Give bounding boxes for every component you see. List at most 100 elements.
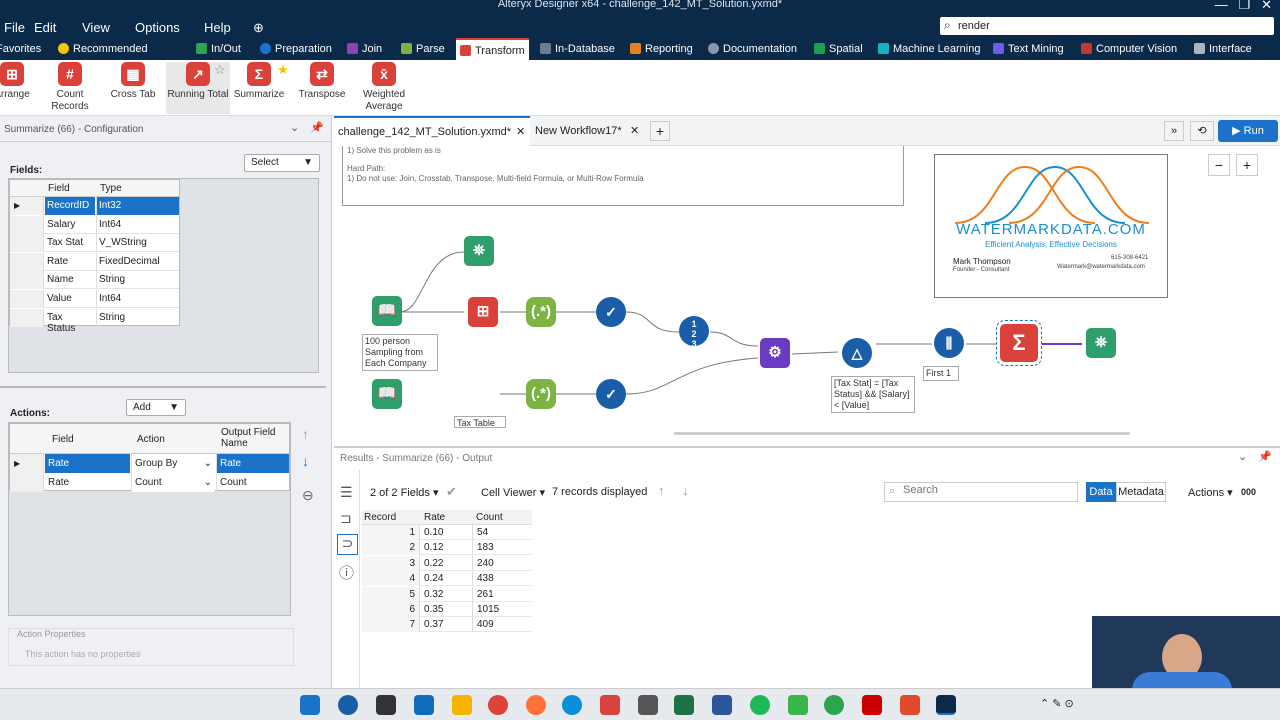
firefox-icon[interactable] [526,695,546,715]
history-icon[interactable]: ⟲ [1190,121,1214,141]
table-row[interactable]: 7 0.37 409 [362,617,532,633]
check-icon[interactable]: ✔ [446,484,457,500]
snagit-icon[interactable] [600,695,620,715]
list-icon[interactable]: ☰ [340,484,353,501]
menu-help[interactable]: Help [204,20,231,35]
select-tool-2[interactable]: ✓ [596,379,626,409]
workflow-canvas[interactable]: 1) Solve this problem as is Hard Path: 1… [334,146,1280,440]
more-icon[interactable]: 000 [1241,487,1256,497]
table-row[interactable]: 6 0.35 1015 [362,602,532,617]
close-icon[interactable]: ✕ [516,125,525,138]
help-icon[interactable]: ⓘ [339,562,354,583]
browse-tool-2[interactable]: ⛯ [1086,328,1116,358]
globe-icon[interactable]: ⊕ [253,20,264,36]
move-up-icon[interactable]: ↑ [302,426,309,442]
chevron-down-icon[interactable]: ⌄ [290,121,299,134]
expand-icon[interactable]: » [1164,121,1184,141]
tab-active-workflow[interactable]: challenge_142_MT_Solution.yxmd* ✕ [334,116,530,146]
action-output-name[interactable]: Count [216,473,289,492]
results-search-input[interactable] [903,484,1073,496]
app-icon[interactable] [824,695,844,715]
input-anchor-icon[interactable]: ⊐ [340,510,352,527]
star-filled-icon[interactable]: ★ [277,62,289,78]
field-row[interactable]: Name String [10,271,179,290]
summarize-tool-selected[interactable]: Σ [996,320,1042,366]
outlook-icon[interactable] [414,695,434,715]
table-row[interactable]: 3 0.22 240 [362,555,532,571]
spotify-icon[interactable] [750,695,770,715]
snip-icon[interactable] [638,695,658,715]
field-row[interactable]: Salary Int64 [10,215,179,234]
cat-cv[interactable]: Computer Vision [1077,38,1181,60]
search-input[interactable]: render [958,20,990,32]
window-controls[interactable]: — ❐ ✕ [1215,0,1272,13]
actions-dropdown[interactable]: Actions ▾ [1188,486,1233,499]
field-row[interactable]: Value Int64 [10,290,179,308]
fields-selector[interactable]: 2 of 2 Fields ▾ [370,486,439,499]
explorer-icon[interactable] [452,695,472,715]
excel-icon[interactable] [674,695,694,715]
table-row[interactable]: 5 0.32 261 [362,586,532,602]
field-row[interactable]: Rate FixedDecimal [10,252,179,271]
menu-options[interactable]: Options [135,20,180,35]
output-anchor-icon[interactable]: ⊃ [337,534,358,555]
up-arrow-icon[interactable]: ↑ [658,483,665,498]
app-icon[interactable] [900,695,920,715]
horizontal-scrollbar[interactable] [674,432,1130,435]
regex-tool[interactable]: (.*) [526,297,556,327]
alteryx-icon[interactable] [936,695,956,715]
table-row[interactable]: 2 0.12 183 [362,540,532,556]
action-output-name[interactable]: Rate [216,454,289,473]
cat-join[interactable]: Join [343,38,386,60]
cell-viewer-dropdown[interactable]: Cell Viewer ▾ [481,486,545,499]
windows-start-icon[interactable] [300,695,320,715]
new-tab-icon[interactable]: + [650,121,670,141]
append-fields-tool[interactable]: ⚙ [760,338,790,368]
taskview-icon[interactable] [376,695,396,715]
field-row[interactable]: Tax Status String [10,308,179,334]
field-row[interactable]: Tax Stat V_WString [10,234,179,253]
cat-recommended[interactable]: Recommended [54,38,152,60]
tray-icons[interactable]: ⌃ ✎ ⊙ [1040,697,1074,710]
action-type-dropdown[interactable]: Group By ⌄ [131,454,215,473]
zoom-out-icon[interactable]: − [1208,154,1230,176]
cat-interface[interactable]: Interface [1190,38,1256,60]
down-arrow-icon[interactable]: ↓ [682,483,689,498]
acrobat-icon[interactable] [862,695,882,715]
action-type-dropdown[interactable]: Count ⌄ [131,473,215,492]
table-row[interactable]: 4 0.24 438 [362,571,532,587]
action-row[interactable]: ▶ Rate Group By ⌄ Rate [10,454,289,473]
pin-icon[interactable]: 📌 [310,121,324,134]
menu-edit[interactable]: Edit [34,20,56,35]
tab-new-workflow[interactable]: New Workflow17* ✕ [532,116,644,146]
tool-weighted-average[interactable]: x̄ Weighted Average [352,62,416,113]
arrange-tool[interactable]: ⊞ [468,297,498,327]
camtasia-icon[interactable] [788,695,808,715]
cat-reporting[interactable]: Reporting [626,38,697,60]
tool-cross-tab[interactable]: ▦ Cross Tab [101,62,165,101]
word-icon[interactable] [712,695,732,715]
action-row[interactable]: Rate Count ⌄ Count [10,473,289,492]
cat-spatial[interactable]: Spatial [810,38,867,60]
select-dropdown[interactable]: Select ▼ [244,154,320,172]
close-icon[interactable]: ✕ [630,124,639,137]
metadata-tab[interactable]: Metadata [1116,482,1166,502]
cat-ml[interactable]: Machine Learning [874,38,984,60]
select-tool[interactable]: ✓ [596,297,626,327]
chevron-down-icon[interactable]: ⌄ [1238,450,1247,463]
table-row[interactable]: 1 0.10 54 [362,525,532,540]
cat-inout[interactable]: In/Out [192,38,245,60]
results-search[interactable]: ⌕ [884,482,1078,502]
sample-tool[interactable]: ⫼ [934,328,964,358]
cat-indatabase[interactable]: In-Database [536,38,619,60]
star-icon[interactable]: ☆ [214,62,226,78]
menu-view[interactable]: View [82,20,110,35]
cat-parse[interactable]: Parse [397,38,449,60]
cat-textmining[interactable]: Text Mining [989,38,1068,60]
data-tab[interactable]: Data [1086,482,1116,502]
cat-transform[interactable]: Transform [456,38,529,60]
menu-file[interactable]: File [4,20,25,35]
input-data-tool[interactable]: 📖 [372,296,402,326]
move-down-icon[interactable]: ↓ [302,453,309,469]
browse-tool[interactable]: ⛯ [464,236,494,266]
